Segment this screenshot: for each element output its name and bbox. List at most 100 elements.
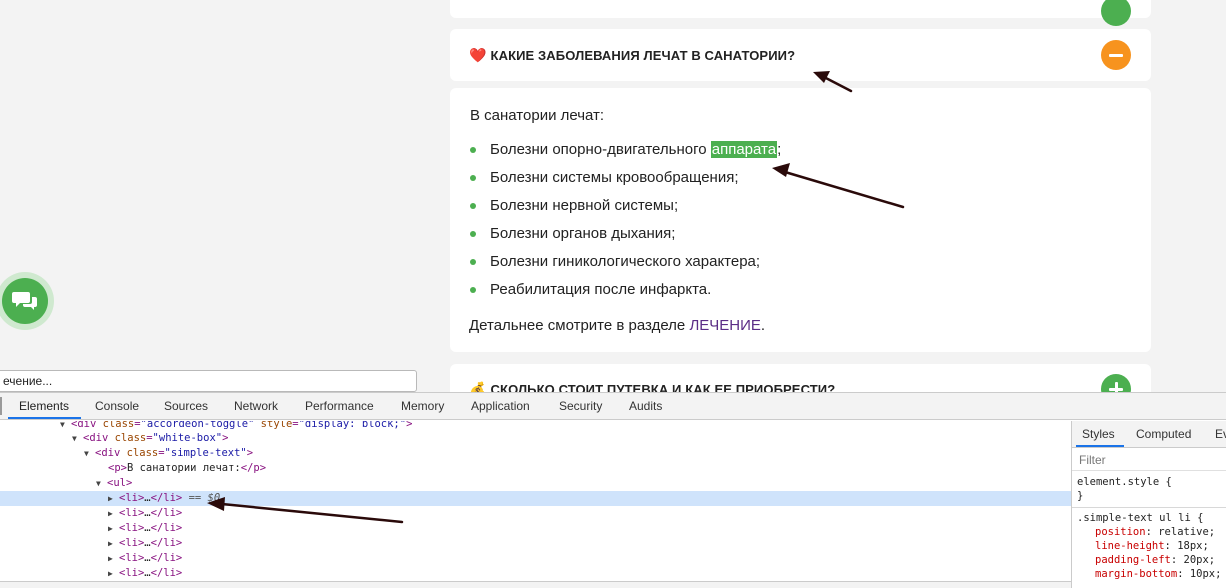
- styles-tab-bar: Styles Computed Ev: [1072, 421, 1226, 448]
- expand-triangle-icon[interactable]: ▶: [108, 521, 119, 536]
- detail-text: Детальнее смотрите в разделе: [469, 317, 690, 334]
- dom-node[interactable]: ▼ <div class="white-box">: [0, 431, 1071, 446]
- list-item-text: Болезни нервной системы;: [490, 197, 679, 214]
- tab-elements[interactable]: Elements: [19, 399, 69, 413]
- detail-end: .: [760, 317, 766, 334]
- rule-brace: }: [1077, 490, 1084, 502]
- tab-sources[interactable]: Sources: [164, 399, 208, 413]
- list-item-text: Реабилитация после инфаркта.: [490, 281, 712, 298]
- rule-selector: element.style {: [1077, 476, 1172, 488]
- money-bag-icon: 💰: [469, 381, 487, 392]
- expand-triangle-icon[interactable]: ▶: [108, 491, 119, 506]
- dom-node[interactable]: ▼ <div class="simple-text">: [0, 446, 1071, 461]
- expand-icon[interactable]: [1101, 0, 1131, 26]
- expand-triangle-icon[interactable]: ▶: [108, 506, 119, 521]
- tab-network[interactable]: Network: [234, 399, 278, 413]
- collapse-button[interactable]: [1101, 40, 1131, 70]
- collapse-triangle-icon[interactable]: ▼: [96, 476, 107, 491]
- devtools-panel: Elements Console Sources Network Perform…: [0, 392, 1226, 588]
- tab-styles[interactable]: Styles: [1082, 427, 1115, 441]
- question-title[interactable]: 💰 СКОЛЬКО СТОИТ ПУТЕВКА И КАК ЕЕ ПРИОБРЕС…: [469, 381, 835, 392]
- filter-placeholder: Filter: [1079, 453, 1106, 467]
- plus-icon-vertical: [1114, 382, 1118, 392]
- collapse-triangle-icon[interactable]: ▼: [72, 431, 83, 446]
- attr-name: style: [260, 421, 293, 430]
- accordion-question-price[interactable]: 💰 СКОЛЬКО СТОИТ ПУТЕВКА И КАК ЕЕ ПРИОБРЕС…: [450, 364, 1151, 392]
- list-item: Болезни гиникологического характера;: [470, 253, 781, 281]
- dom-node-selected[interactable]: ▶ <li>…</li> == $0: [0, 491, 1071, 506]
- tab-computed[interactable]: Computed: [1136, 427, 1191, 441]
- tab-event-listeners[interactable]: Ev: [1215, 427, 1226, 441]
- css-rule-selector[interactable]: .simple-text ul li {: [1077, 511, 1203, 525]
- accordion-answer: В санатории лечат: Болезни опорно-двигат…: [450, 88, 1151, 352]
- tab-memory[interactable]: Memory: [401, 399, 444, 413]
- dom-node[interactable]: ▶ <li>…</li>: [0, 521, 1071, 536]
- tab-security[interactable]: Security: [559, 399, 602, 413]
- dom-node[interactable]: <p>В санатории лечат:</p>: [0, 461, 1071, 476]
- previous-accordion-item[interactable]: [450, 0, 1151, 26]
- tag-open: <li>: [119, 522, 145, 534]
- expand-triangle-icon[interactable]: ▶: [108, 536, 119, 551]
- chat-widget[interactable]: [0, 272, 54, 330]
- dom-node[interactable]: ▼ <ul>: [0, 476, 1071, 491]
- list-item-suffix: ;: [777, 141, 782, 158]
- web-page: ❤️ КАКИЕ ЗАБОЛЕВАНИЯ ЛЕЧАТ В САНАТОРИИ? В…: [0, 0, 1226, 392]
- property-name: margin-bottom: [1095, 568, 1178, 580]
- element-style-rule[interactable]: element.style {: [1077, 475, 1172, 489]
- tag-end: </li>: [150, 507, 183, 519]
- dom-node[interactable]: ▶ <li>…</li>: [0, 566, 1071, 581]
- breadcrumb[interactable]: [0, 581, 1071, 588]
- treatment-link[interactable]: ЛЕЧЕНИЕ: [689, 317, 760, 334]
- rule-selector: .simple-text ul li {: [1077, 512, 1204, 524]
- list-item: Реабилитация после инфаркта.: [470, 281, 781, 309]
- list-item: Болезни опорно-двигательного аппарата;: [470, 141, 781, 169]
- attr-value: "accordeon-toggle": [140, 421, 255, 430]
- question-title[interactable]: ❤️ КАКИЕ ЗАБОЛЕВАНИЯ ЛЕЧАТ В САНАТОРИИ?: [469, 47, 795, 64]
- accordion-question-diseases[interactable]: ❤️ КАКИЕ ЗАБОЛЕВАНИЯ ЛЕЧАТ В САНАТОРИИ?: [450, 29, 1151, 81]
- devtools-tab-bar: Elements Console Sources Network Perform…: [0, 393, 1226, 420]
- attr-name: class: [114, 432, 147, 444]
- tab-performance[interactable]: Performance: [305, 399, 374, 413]
- selected-marker: == $0: [188, 492, 221, 504]
- tab-application[interactable]: Application: [471, 399, 530, 413]
- find-bar-text: ечение...: [3, 374, 53, 388]
- chat-button[interactable]: [2, 278, 48, 324]
- tag-end: </li>: [150, 522, 183, 534]
- dom-node[interactable]: ▶ <li>…</li>: [0, 536, 1071, 551]
- tag-open: <ul>: [107, 477, 133, 489]
- expand-triangle-icon[interactable]: ▶: [108, 551, 119, 566]
- styles-filter-input[interactable]: Filter: [1072, 449, 1226, 471]
- list-item-text: Болезни органов дыхания;: [490, 225, 676, 242]
- node-text: В санатории лечат:: [126, 462, 241, 474]
- tag-open: <li>: [119, 507, 145, 519]
- tag-open: <li>: [119, 552, 145, 564]
- css-property[interactable]: margin-bottom: 10px;: [1095, 567, 1221, 581]
- highlighted-word: аппарата: [710, 141, 778, 158]
- chat-bubbles-icon: [12, 292, 37, 310]
- expand-button[interactable]: [1101, 374, 1131, 392]
- find-bar[interactable]: ечение...: [0, 370, 417, 392]
- tag-close: >: [222, 432, 229, 444]
- tag-open: <div: [83, 432, 115, 444]
- css-property[interactable]: line-height: 18px;: [1095, 539, 1209, 553]
- collapse-triangle-icon[interactable]: ▼: [84, 446, 95, 461]
- minus-icon: [1109, 53, 1123, 57]
- rule-close: }: [1077, 489, 1083, 503]
- dom-node[interactable]: ▶ <li>…</li>: [0, 506, 1071, 521]
- tag-open: <p>: [108, 462, 127, 474]
- expand-triangle-icon[interactable]: ▶: [108, 566, 119, 581]
- attr-value: "white-box": [152, 432, 223, 444]
- css-property[interactable]: position: relative;: [1095, 525, 1215, 539]
- tab-audits[interactable]: Audits: [629, 399, 662, 413]
- attr-value: "simple-text": [164, 447, 247, 459]
- list-item-text: Болезни системы кровообращения;: [490, 169, 739, 186]
- detail-paragraph: Детальнее смотрите в разделе ЛЕЧЕНИЕ.: [469, 317, 765, 334]
- tab-console[interactable]: Console: [95, 399, 139, 413]
- rule-separator: [1072, 507, 1226, 508]
- attr-name: class: [126, 447, 159, 459]
- diseases-list: Болезни опорно-двигательного аппарата; Б…: [470, 141, 781, 309]
- answer-intro: В санатории лечат:: [470, 107, 605, 124]
- css-property[interactable]: padding-left: 20px;: [1095, 553, 1215, 567]
- inspect-tool-edge[interactable]: [0, 397, 2, 415]
- dom-node[interactable]: ▶ <li>…</li>: [0, 551, 1071, 566]
